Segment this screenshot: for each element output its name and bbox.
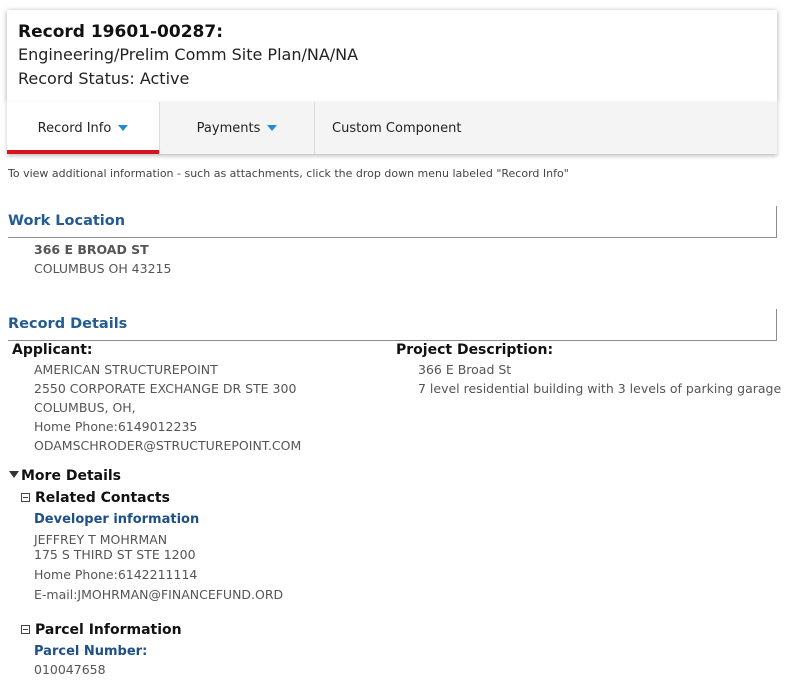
tab-payments-label: Payments [196,120,261,136]
applicant-name: AMERICAN STRUCTUREPOINT [34,362,218,377]
chevron-down-icon [118,125,129,131]
applicant-city: COLUMBUS, OH, [34,400,136,415]
more-details-toggle[interactable]: More Details [9,468,121,484]
record-title: Record 19601-00287: [18,22,223,42]
project-description-text: 7 level residential building with 3 leve… [418,381,782,396]
applicant-label: Applicant: [12,342,93,358]
project-address: 366 E Broad St [418,362,512,377]
collapse-icon [21,493,30,502]
project-description-label: Project Description: [396,342,554,358]
work-location-city: COLUMBUS OH 43215 [34,261,172,276]
tab-record-info[interactable]: Record Info [7,102,160,154]
tab-record-info-label: Record Info [37,120,112,136]
caret-down-icon [9,471,19,478]
record-status: Record Status: Active [18,69,190,88]
applicant-address: 2550 CORPORATE EXCHANGE DR STE 300 [34,381,297,396]
tab-payments[interactable]: Payments [160,102,315,154]
chevron-down-icon [267,125,278,131]
applicant-phone: Home Phone:6149012235 [34,419,198,434]
work-location-street: 366 E BROAD ST [34,242,149,257]
collapse-icon [21,625,30,634]
info-hint: To view additional information - such as… [8,167,569,180]
parcel-info-label: Parcel Information [35,622,182,638]
tab-custom-component[interactable]: Custom Component [315,102,475,154]
parcel-number-label: Parcel Number: [34,644,148,659]
parcel-number: 010047658 [34,662,106,677]
applicant-email: ODAMSCHRODER@STRUCTUREPOINT.COM [34,438,302,453]
record-header: Record 19601-00287: Engineering/Prelim C… [7,10,777,102]
more-details-label: More Details [21,468,122,484]
contact-email: E-mail:JMOHRMAN@FINANCEFUND.ORD [34,587,284,602]
developer-info-label: Developer information [34,512,200,527]
record-details-heading: Record Details [8,309,777,341]
related-contacts-toggle[interactable]: Related Contacts [21,490,170,506]
contact-address: 175 S THIRD ST STE 1200 [34,547,196,562]
work-location-heading: Work Location [8,206,777,238]
record-type: Engineering/Prelim Comm Site Plan/NA/NA [18,45,359,64]
related-contacts-label: Related Contacts [35,490,170,506]
tab-bar: Record Info Payments Custom Component [7,102,777,154]
parcel-info-toggle[interactable]: Parcel Information [21,622,182,638]
contact-phone: Home Phone:6142211114 [34,567,198,582]
tab-custom-component-label: Custom Component [332,120,462,136]
